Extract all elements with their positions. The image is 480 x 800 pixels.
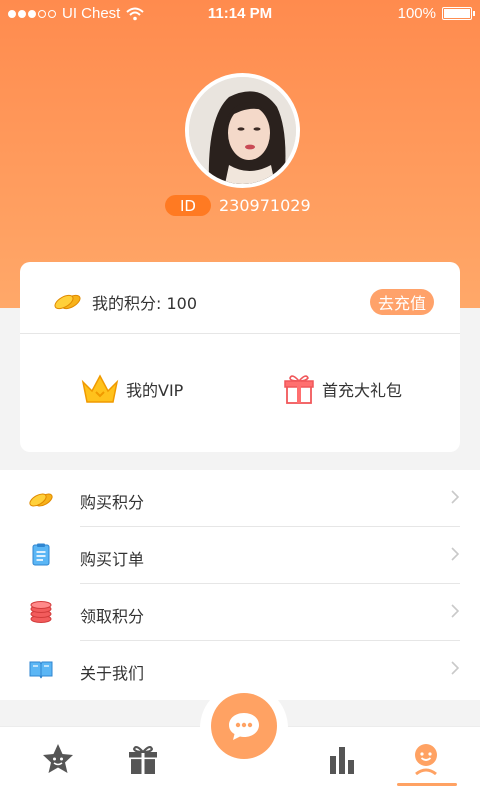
recharge-button[interactable]: 去充值 xyxy=(369,289,434,315)
chevron-right-icon xyxy=(451,490,460,504)
points-balance: 我的积分: 100 xyxy=(92,294,198,313)
tab-bar-chart-icon[interactable] xyxy=(324,742,360,778)
avatar-portrait-image xyxy=(189,77,296,184)
battery-icon xyxy=(442,7,475,20)
gift-box-icon xyxy=(284,375,314,404)
menu-item-label: 关于我们 xyxy=(80,664,145,683)
crown-icon xyxy=(81,374,119,403)
menu-item-label: 购买积分 xyxy=(80,493,145,512)
settings-menu: 购买积分 购买订单 领取积分 关于我们 xyxy=(0,470,480,700)
chat-bubble-icon xyxy=(229,713,259,740)
book-icon xyxy=(29,661,53,679)
order-list-icon xyxy=(32,543,50,566)
menu-item-label: 领取积分 xyxy=(80,607,145,626)
tab-star-face-icon[interactable] xyxy=(40,742,76,778)
menu-item-claim-points[interactable]: 领取积分 xyxy=(0,584,480,641)
avatar[interactable] xyxy=(185,73,300,188)
coin-stack-icon xyxy=(30,601,52,623)
my-vip-button[interactable]: 我的VIP xyxy=(80,372,183,406)
user-id-value: 230971029 xyxy=(219,196,311,215)
menu-item-buy-points[interactable]: 购买积分 xyxy=(0,470,480,527)
points-row: 我的积分: 100 去充值 xyxy=(20,262,460,334)
first-recharge-gift-button[interactable]: 首充大礼包 xyxy=(282,372,402,406)
id-badge: ID xyxy=(165,195,211,216)
battery-info: 100% xyxy=(397,5,475,22)
coins-icon xyxy=(29,493,53,507)
battery-percent: 100% xyxy=(397,5,436,22)
chat-button[interactable] xyxy=(211,693,277,759)
menu-item-orders[interactable]: 购买订单 xyxy=(0,527,480,584)
points-card: 我的积分: 100 去充值 我的VIP 首充大礼包 xyxy=(20,262,460,452)
chevron-right-icon xyxy=(451,661,460,675)
first-recharge-gift-label: 首充大礼包 xyxy=(322,381,403,400)
chevron-right-icon xyxy=(451,604,460,618)
tab-profile-icon[interactable] xyxy=(408,742,444,778)
tab-gift-icon[interactable] xyxy=(125,742,161,778)
status-bar: UI Chest 11:14 PM 100% xyxy=(0,0,480,28)
user-id-row: ID 230971029 xyxy=(165,195,311,216)
active-tab-indicator xyxy=(397,783,457,786)
my-vip-label: 我的VIP xyxy=(126,381,184,400)
chevron-right-icon xyxy=(451,547,460,561)
menu-item-label: 购买订单 xyxy=(80,550,145,569)
coins-icon xyxy=(54,294,81,310)
